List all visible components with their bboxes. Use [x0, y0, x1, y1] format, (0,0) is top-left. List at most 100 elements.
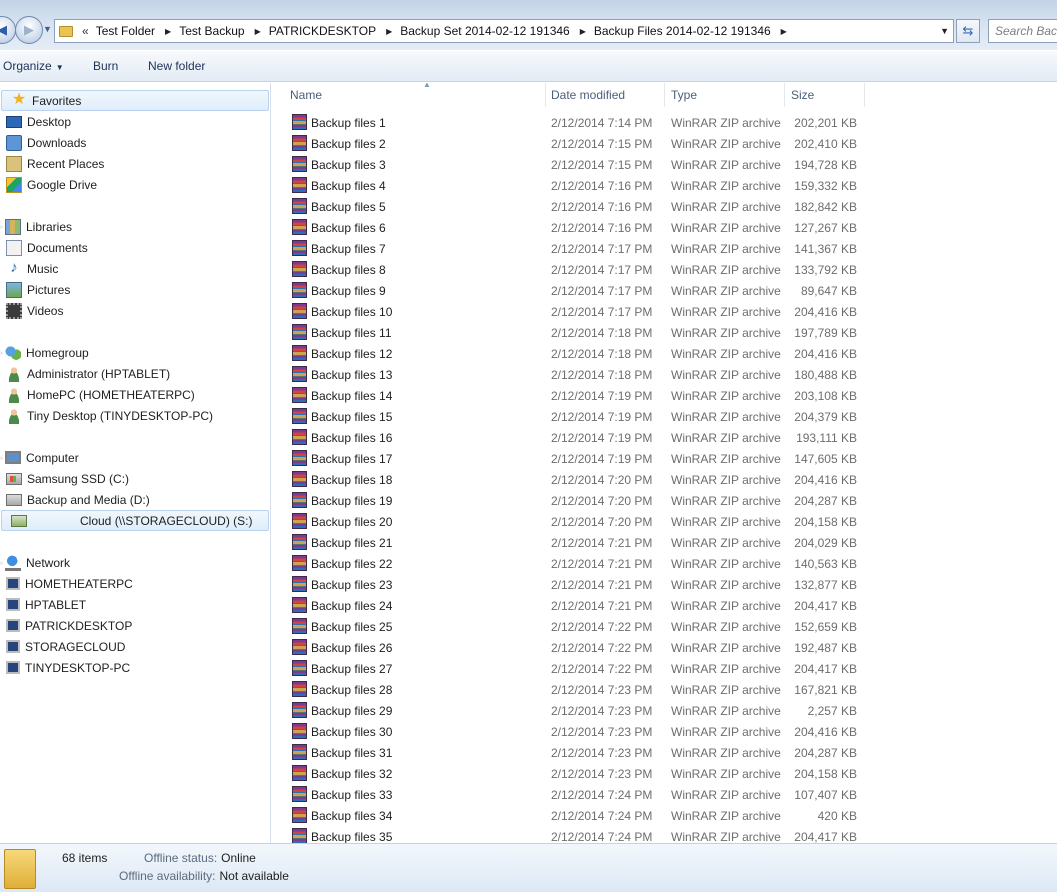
winrar-archive-icon	[292, 555, 307, 571]
file-size: 182,842 KB	[794, 200, 857, 214]
nav-network[interactable]: ▷ Network	[0, 552, 264, 573]
file-row[interactable]: Backup files 33 2/12/2014 7:24 PM WinRAR Z…	[272, 784, 1057, 805]
breadcrumb-item[interactable]: PATRICKDESKTOP ▶	[269, 24, 401, 38]
file-row[interactable]: Backup files 10 2/12/2014 7:17 PM WinRAR Z…	[272, 301, 1057, 322]
file-type: WinRAR ZIP archive	[671, 830, 781, 843]
file-type: WinRAR ZIP archive	[671, 473, 781, 487]
nav-item-hometheaterpc[interactable]: HOMETHEATERPC	[6, 573, 274, 594]
recent-pages-dropdown[interactable]: ▼	[43, 24, 52, 34]
file-row[interactable]: Backup files 32 2/12/2014 7:23 PM WinRAR Z…	[272, 763, 1057, 784]
burn-button[interactable]: Burn	[93, 59, 118, 73]
file-row[interactable]: Backup files 14 2/12/2014 7:19 PM WinRAR Z…	[272, 385, 1057, 406]
column-header-date-modified[interactable]: Date modified	[545, 83, 665, 107]
file-row[interactable]: Backup files 8 2/12/2014 7:17 PM WinRAR ZI…	[272, 259, 1057, 280]
nav-item-administrator[interactable]: Administrator (HPTABLET)	[6, 363, 274, 384]
back-button[interactable]: ◀	[0, 16, 16, 44]
file-row[interactable]: Backup files 19 2/12/2014 7:20 PM WinRAR Z…	[272, 490, 1057, 511]
new-folder-button[interactable]: New folder	[148, 59, 205, 73]
breadcrumb-separator-icon[interactable]: ▶	[255, 27, 261, 36]
breadcrumb-item[interactable]: Backup Files 2014-02-12 191346 ▶	[594, 24, 795, 38]
file-row[interactable]: Backup files 20 2/12/2014 7:20 PM WinRAR Z…	[272, 511, 1057, 532]
file-row[interactable]: Backup files 27 2/12/2014 7:22 PM WinRAR Z…	[272, 658, 1057, 679]
file-date-modified: 2/12/2014 7:16 PM	[551, 179, 653, 193]
winrar-archive-icon	[292, 702, 307, 718]
file-date-modified: 2/12/2014 7:19 PM	[551, 431, 653, 445]
file-type: WinRAR ZIP archive	[671, 263, 781, 277]
column-header-name[interactable]: Name ▲	[284, 83, 546, 107]
winrar-archive-icon	[292, 471, 307, 487]
file-size: 204,287 KB	[794, 746, 857, 760]
nav-item-tinydesktop-pc[interactable]: TINYDESKTOP-PC	[6, 657, 274, 678]
file-type: WinRAR ZIP archive	[671, 599, 781, 613]
file-row[interactable]: Backup files 23 2/12/2014 7:21 PM WinRAR Z…	[272, 574, 1057, 595]
refresh-button[interactable]: ⇆	[956, 19, 980, 43]
file-row[interactable]: Backup files 34 2/12/2014 7:24 PM WinRAR Z…	[272, 805, 1057, 826]
file-row[interactable]: Backup files 1 2/12/2014 7:14 PM WinRAR ZI…	[272, 112, 1057, 133]
nav-computer[interactable]: ▷ Computer	[0, 447, 264, 468]
file-row[interactable]: Backup files 24 2/12/2014 7:21 PM WinRAR Z…	[272, 595, 1057, 616]
file-row[interactable]: Backup files 4 2/12/2014 7:16 PM WinRAR ZI…	[272, 175, 1057, 196]
nav-item-drive-d[interactable]: Backup and Media (D:)	[6, 489, 274, 510]
nav-homegroup[interactable]: ▷ Homegroup	[0, 342, 264, 363]
breadcrumb-separator-icon[interactable]: ▶	[580, 27, 586, 36]
file-row[interactable]: Backup files 26 2/12/2014 7:22 PM WinRAR Z…	[272, 637, 1057, 658]
file-name: Backup files 12	[311, 347, 393, 361]
file-row[interactable]: Backup files 29 2/12/2014 7:23 PM WinRAR Z…	[272, 700, 1057, 721]
nav-item-patrickdesktop[interactable]: PATRICKDESKTOP	[6, 615, 274, 636]
column-header-type[interactable]: Type	[665, 83, 785, 107]
breadcrumb-item[interactable]: Test Backup ▶	[179, 24, 269, 38]
file-name: Backup files 35	[311, 830, 393, 843]
file-row[interactable]: Backup files 15 2/12/2014 7:19 PM WinRAR Z…	[272, 406, 1057, 427]
nav-item-pictures[interactable]: Pictures	[6, 279, 274, 300]
nav-item-music[interactable]: ♪ Music	[6, 258, 274, 279]
file-row[interactable]: Backup files 35 2/12/2014 7:24 PM WinRAR Z…	[272, 826, 1057, 843]
breadcrumb-separator-icon[interactable]: ▶	[165, 27, 171, 36]
nav-item-google-drive[interactable]: Google Drive	[6, 174, 274, 195]
nav-item-videos[interactable]: Videos	[6, 300, 274, 321]
file-row[interactable]: Backup files 17 2/12/2014 7:19 PM WinRAR Z…	[272, 448, 1057, 469]
file-row[interactable]: Backup files 7 2/12/2014 7:17 PM WinRAR ZI…	[272, 238, 1057, 259]
nav-item-drive-s[interactable]: Cloud (\\STORAGECLOUD) (S:)	[1, 510, 269, 531]
search-input[interactable]: Search Back	[988, 19, 1057, 43]
file-row[interactable]: Backup files 6 2/12/2014 7:16 PM WinRAR ZI…	[272, 217, 1057, 238]
breadcrumb-overflow-button[interactable]: «	[82, 24, 89, 38]
column-header-size[interactable]: Size	[785, 83, 865, 107]
file-row[interactable]: Backup files 9 2/12/2014 7:17 PM WinRAR ZI…	[272, 280, 1057, 301]
file-row[interactable]: Backup files 31 2/12/2014 7:23 PM WinRAR Z…	[272, 742, 1057, 763]
organize-button[interactable]: Organize ▼	[3, 59, 64, 73]
file-row[interactable]: Backup files 28 2/12/2014 7:23 PM WinRAR Z…	[272, 679, 1057, 700]
file-row[interactable]: Backup files 25 2/12/2014 7:22 PM WinRAR Z…	[272, 616, 1057, 637]
file-row[interactable]: Backup files 2 2/12/2014 7:15 PM WinRAR ZI…	[272, 133, 1057, 154]
file-row[interactable]: Backup files 21 2/12/2014 7:21 PM WinRAR Z…	[272, 532, 1057, 553]
nav-item-recent-places[interactable]: Recent Places	[6, 153, 274, 174]
file-row[interactable]: Backup files 11 2/12/2014 7:18 PM WinRAR Z…	[272, 322, 1057, 343]
nav-libraries[interactable]: ▷ Libraries	[0, 216, 264, 237]
nav-item-hptablet[interactable]: HPTABLET	[6, 594, 274, 615]
file-row[interactable]: Backup files 16 2/12/2014 7:19 PM WinRAR Z…	[272, 427, 1057, 448]
file-row[interactable]: Backup files 22 2/12/2014 7:21 PM WinRAR Z…	[272, 553, 1057, 574]
nav-item-tiny-desktop[interactable]: Tiny Desktop (TINYDESKTOP-PC)	[6, 405, 274, 426]
address-bar[interactable]: « Test Folder ▶ Test Backup ▶ PATRICKDESKT…	[54, 19, 954, 43]
file-row[interactable]: Backup files 30 2/12/2014 7:23 PM WinRAR Z…	[272, 721, 1057, 742]
forward-button[interactable]: ▶	[15, 16, 43, 44]
breadcrumb-separator-icon[interactable]: ▶	[386, 27, 392, 36]
nav-item-drive-c[interactable]: Samsung SSD (C:)	[6, 468, 274, 489]
nav-favorites[interactable]: ★ Favorites	[1, 90, 269, 111]
nav-item-documents[interactable]: Documents	[6, 237, 274, 258]
file-row[interactable]: Backup files 5 2/12/2014 7:16 PM WinRAR ZI…	[272, 196, 1057, 217]
nav-item-desktop[interactable]: Desktop	[6, 111, 274, 132]
nav-item-downloads[interactable]: Downloads	[6, 132, 274, 153]
breadcrumb-separator-icon[interactable]: ▶	[781, 27, 787, 36]
file-size: 107,407 KB	[794, 788, 857, 802]
breadcrumb-item[interactable]: Backup Set 2014-02-12 191346 ▶	[400, 24, 594, 38]
file-row[interactable]: Backup files 18 2/12/2014 7:20 PM WinRAR Z…	[272, 469, 1057, 490]
nav-item-storagecloud[interactable]: STORAGECLOUD	[6, 636, 274, 657]
file-row[interactable]: Backup files 12 2/12/2014 7:18 PM WinRAR Z…	[272, 343, 1057, 364]
file-type: WinRAR ZIP archive	[671, 326, 781, 340]
breadcrumb-item[interactable]: Test Folder ▶	[96, 24, 180, 38]
nav-item-homepc[interactable]: HomePC (HOMETHEATERPC)	[6, 384, 274, 405]
file-row[interactable]: Backup files 3 2/12/2014 7:15 PM WinRAR ZI…	[272, 154, 1057, 175]
file-row[interactable]: Backup files 13 2/12/2014 7:18 PM WinRAR Z…	[272, 364, 1057, 385]
file-type: WinRAR ZIP archive	[671, 515, 781, 529]
address-history-dropdown[interactable]: ▼	[940, 26, 949, 36]
